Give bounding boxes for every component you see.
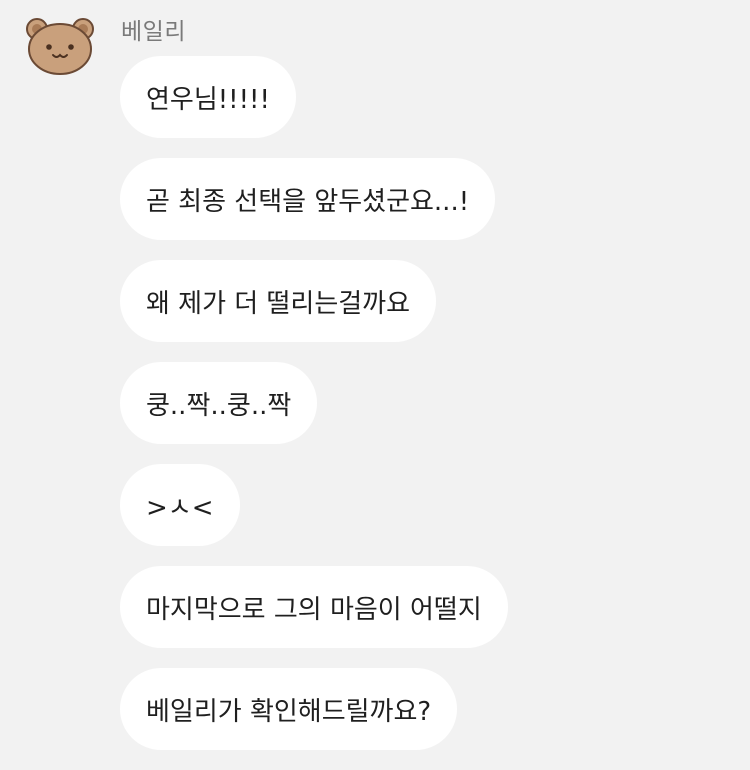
- message-list: 연우님!!!!! 곧 최종 선택을 앞두셨군요...! 왜 제가 더 떨리는걸까…: [120, 56, 508, 770]
- message-bubble[interactable]: 쿵..짝..쿵..짝: [120, 362, 318, 444]
- bear-face-icon[interactable]: [24, 16, 96, 76]
- message-bubble[interactable]: 왜 제가 더 떨리는걸까요: [120, 260, 436, 342]
- sender-name: 베일리: [121, 19, 186, 45]
- message-bubble[interactable]: 곧 최종 선택을 앞두셨군요...!: [120, 158, 496, 240]
- message-bubble[interactable]: 베일리가 확인해드릴까요?: [120, 668, 458, 750]
- message-bubble[interactable]: 마지막으로 그의 마음이 어떨지: [120, 566, 508, 648]
- message-bubble[interactable]: >ㅅ<: [120, 464, 240, 546]
- message-bubble[interactable]: 연우님!!!!!: [120, 56, 296, 138]
